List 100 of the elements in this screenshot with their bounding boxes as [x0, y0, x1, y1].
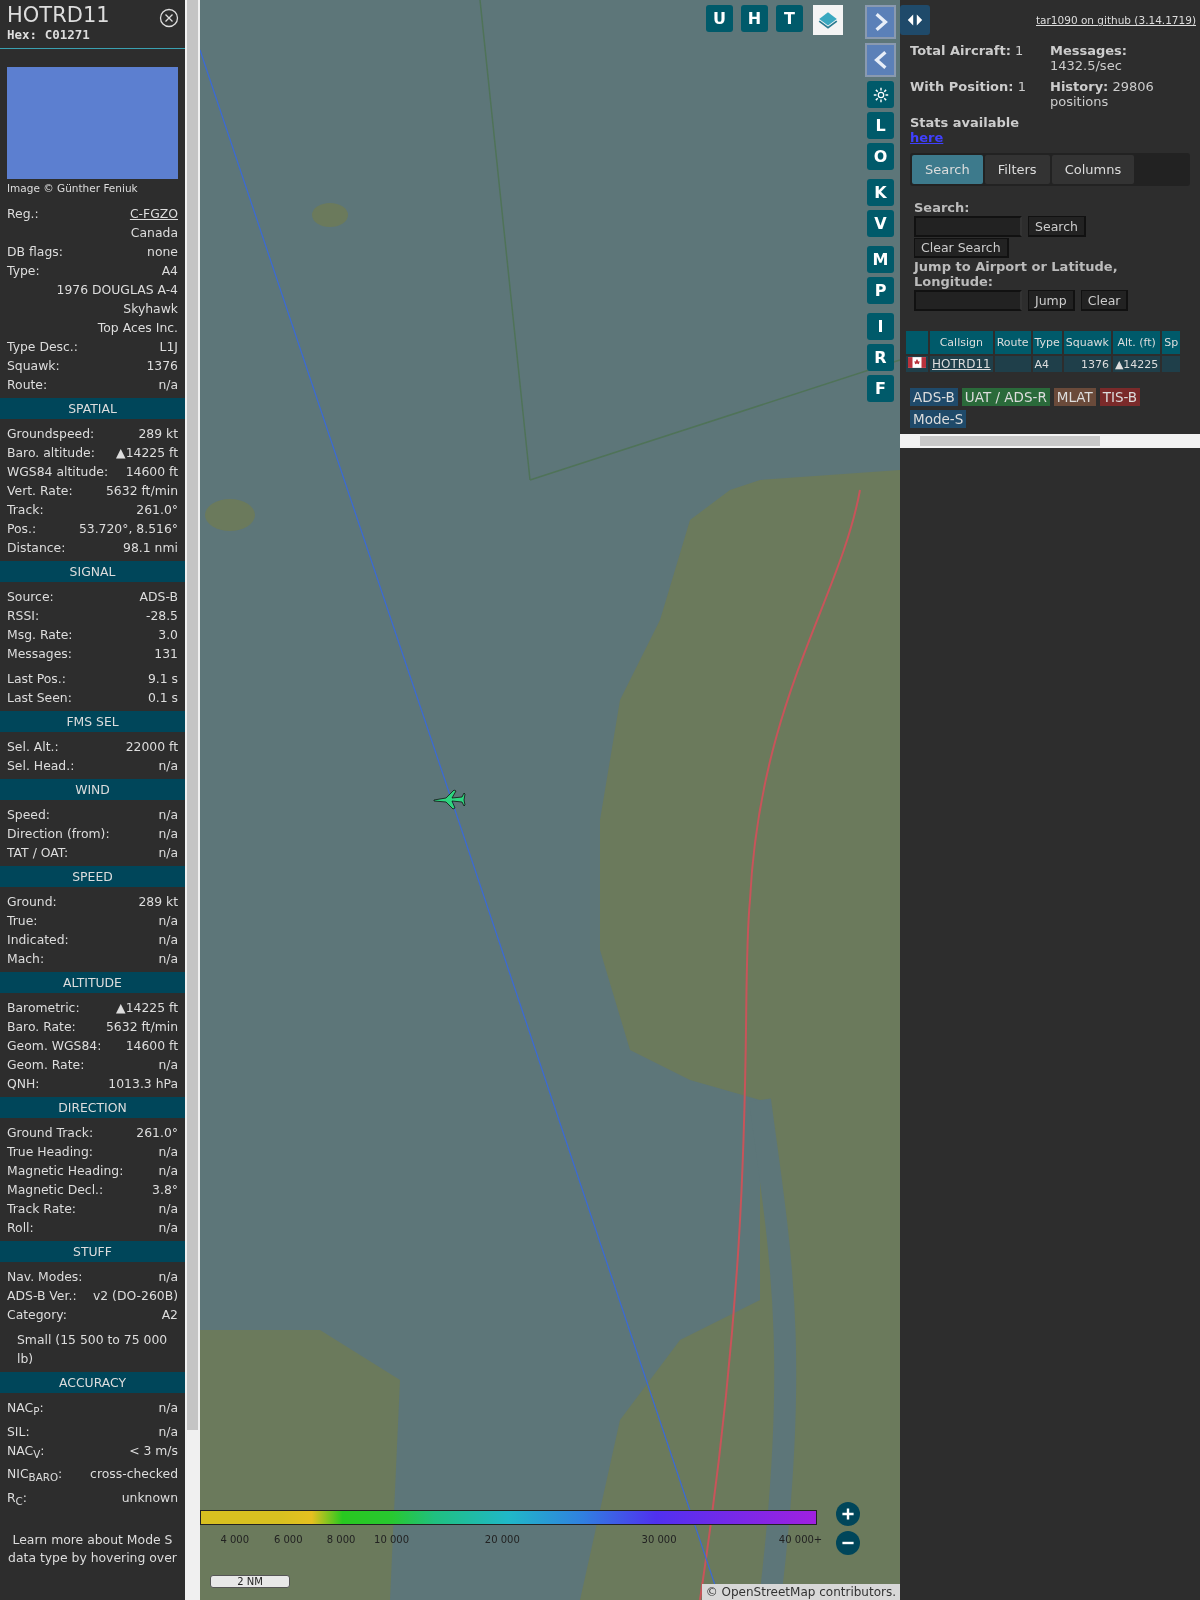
field-label: Sel. Alt.:	[7, 738, 59, 757]
scale-bar: 2 NM	[210, 1575, 290, 1588]
tab[interactable]: Columns	[1051, 155, 1135, 184]
search-button[interactable]: Search	[1028, 216, 1086, 237]
field-value: n/a	[157, 1422, 178, 1441]
field-label: SIL:	[7, 1422, 30, 1441]
legend-label: 30 000	[641, 1534, 677, 1545]
map-toggle-button[interactable]: L	[867, 112, 894, 139]
github-link[interactable]: tar1090 on github (3.14.1719)	[1036, 14, 1196, 26]
field-label: WGS84 altitude:	[7, 463, 109, 482]
collapse-button[interactable]	[865, 43, 896, 77]
field-label: Direction (from):	[7, 825, 110, 844]
map-toggle-button[interactable]: M	[867, 246, 894, 273]
tab[interactable]: Filters	[984, 155, 1050, 184]
stats-note: Stats available	[910, 115, 1020, 130]
clear-search-button[interactable]: Clear Search	[914, 238, 1009, 258]
map-toggle-button[interactable]: U	[706, 5, 733, 32]
section-header: SPEED	[0, 866, 185, 888]
column-header[interactable]: Squawk	[1063, 331, 1111, 354]
map-toggle-button[interactable]: P	[867, 277, 894, 304]
field-value: Top Aces Inc.	[96, 319, 178, 338]
field-value: 3.0	[157, 626, 178, 645]
section-header: SIGNAL	[0, 561, 185, 583]
tab[interactable]: Search	[912, 155, 983, 184]
field-value: 9.1 s	[146, 670, 178, 689]
aircraft-icon[interactable]	[432, 788, 466, 810]
field-label: Geom. WGS84:	[7, 1037, 102, 1056]
toggle-sidebar-button[interactable]	[900, 5, 930, 35]
search-field[interactable]	[914, 216, 1022, 237]
map-toggle-button[interactable]: O	[867, 143, 894, 170]
field-value: 131	[153, 645, 178, 664]
column-header[interactable]: Route	[994, 331, 1031, 354]
field-label: NAC$_{P}$:	[7, 1399, 44, 1420]
field-value: 0.1 s	[146, 689, 178, 708]
field-value: n/a	[157, 1219, 178, 1238]
field-label: Baro. Rate:	[7, 1018, 76, 1037]
layers-button[interactable]	[813, 5, 843, 35]
scrollbar[interactable]	[185, 0, 200, 1600]
field-label: Roll:	[7, 1219, 34, 1238]
field-label: Magnetic Decl.:	[7, 1181, 104, 1200]
map-toggle-button[interactable]: T	[776, 5, 803, 32]
clear-button[interactable]: Clear	[1080, 290, 1129, 311]
column-header[interactable]: Alt. (ft)	[1112, 331, 1161, 354]
field-label: Last Pos.:	[7, 670, 66, 689]
field-value: n/a	[157, 912, 178, 931]
column-header[interactable]: Type	[1032, 331, 1062, 354]
section-header: STUFF	[0, 1241, 185, 1263]
field-label: Small (15 500 to 75 000 lb)	[16, 1331, 169, 1369]
field-value: none	[146, 243, 178, 262]
help-text: Learn more about Mode S data type by hovering over	[7, 1530, 178, 1567]
jump-label: Jump to Airport or Latitude, Longitude:	[914, 259, 1119, 289]
field-value: ADS-B	[138, 588, 178, 607]
map-toggle-button[interactable]: K	[867, 179, 894, 206]
section-header: FMS SEL	[0, 711, 185, 733]
field-label: True Heading:	[7, 1143, 93, 1162]
field-value: n/a	[157, 1056, 178, 1075]
field-label: RSSI:	[7, 607, 40, 626]
field-label: Reg.:	[7, 205, 39, 224]
field-label: Msg. Rate:	[7, 626, 73, 645]
map-toggle-button[interactable]: H	[741, 5, 768, 32]
field-value: 5632 ft/min	[105, 482, 178, 501]
map-toggle-button[interactable]: F	[867, 375, 894, 402]
source-legend-tag: Mode-S	[910, 410, 967, 428]
registration-link[interactable]: C-FGZO	[125, 204, 178, 224]
field-label: ADS-B Ver.:	[7, 1287, 77, 1306]
scrollbar[interactable]	[900, 434, 1200, 448]
column-header[interactable]: Callsign	[930, 331, 993, 354]
legend-label: 10 000	[374, 1534, 410, 1545]
field-value: n/a	[157, 1268, 178, 1287]
map-toggle-button[interactable]: V	[867, 210, 894, 237]
table-cell[interactable]: HOTRD11	[930, 356, 993, 372]
settings-button[interactable]	[867, 81, 894, 108]
jump-field[interactable]	[914, 290, 1022, 311]
field-value: 53.720°, 8.516°	[77, 520, 178, 539]
aircraft-callsign: HOTRD11	[7, 4, 110, 28]
field-value: n/a	[157, 950, 178, 969]
attribution-text: ©	[705, 1585, 718, 1599]
field-value: L1J	[158, 338, 178, 357]
attribution-link[interactable]: OpenStreetMap	[721, 1585, 816, 1599]
map-toggle-button[interactable]: R	[867, 344, 894, 371]
field-label: R$_{C}$:	[7, 1488, 27, 1509]
column-header[interactable]: Sp	[1162, 331, 1181, 354]
field-value: n/a	[157, 806, 178, 825]
field-value: 261.0°	[135, 501, 178, 520]
field-label: Last Seen:	[7, 689, 72, 708]
legend-label: 6 000	[273, 1534, 303, 1545]
jump-button[interactable]: Jump	[1028, 290, 1075, 311]
field-label: Mach:	[7, 950, 45, 969]
field-value: unknown	[120, 1488, 178, 1507]
stat-text: History: 29806 positions	[1050, 79, 1155, 109]
map-toggle-button[interactable]: I	[867, 313, 894, 340]
photo-credit: Image © Günther Feniuk	[6, 181, 139, 197]
field-value: n/a	[157, 1399, 178, 1418]
field-value: n/a	[157, 1162, 178, 1181]
field-value: n/a	[157, 376, 178, 395]
plus-icon	[840, 1506, 856, 1522]
field-label: NAC$_{V}$:	[7, 1441, 45, 1463]
field-value: 1013.3 hPa	[107, 1075, 178, 1094]
close-icon[interactable]	[159, 8, 179, 28]
field-value: A2	[160, 1306, 178, 1325]
